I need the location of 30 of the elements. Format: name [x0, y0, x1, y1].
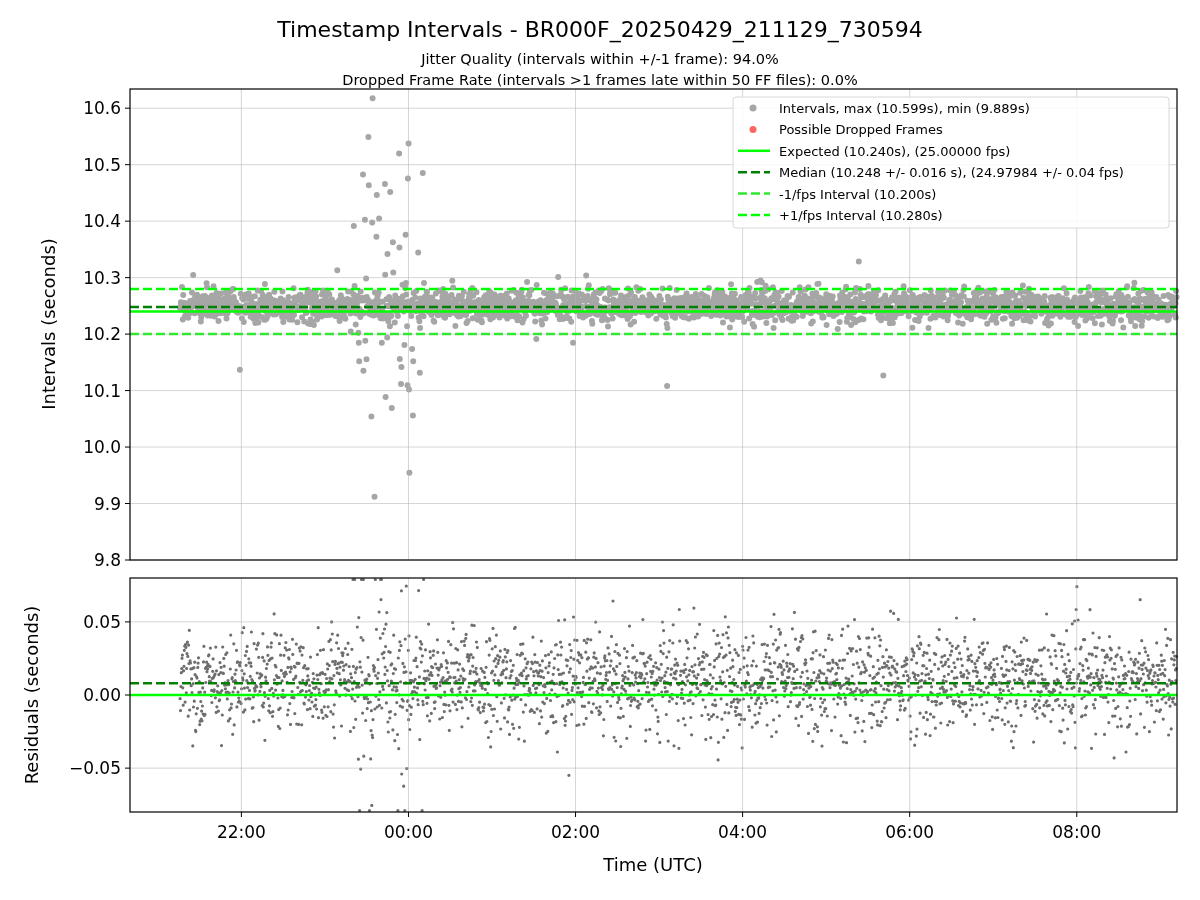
x-tick-label: 00:00	[383, 822, 433, 842]
legend-label: Median (10.248 +/- 0.016 s), (24.97984 +/- 0.04 fps)	[779, 165, 1124, 181]
axis-label: Residuals (seconds)	[21, 605, 42, 785]
y-tick-label: 10.0	[83, 437, 121, 458]
x-tick-label: 06:00	[885, 822, 935, 842]
x-tick-label: 22:00	[216, 822, 266, 842]
figure-title: Timestamp Intervals - BR000F_20250429_211129_730594	[277, 17, 923, 42]
y-tick-label: 0.05	[83, 611, 121, 632]
y-tick-label: 10.5	[83, 154, 121, 175]
y-tick-label: 10.6	[83, 98, 121, 119]
x-tick-label: 04:00	[718, 822, 768, 842]
y-tick-label: 0.00	[83, 685, 121, 705]
y-tick-label: −0.05	[68, 758, 121, 779]
x-tick-label: 08:00	[1052, 822, 1102, 842]
y-tick-label: 9.8	[93, 550, 121, 570]
y-tick-label: 10.4	[83, 211, 121, 232]
legend-label: Expected (10.240s), (25.00000 fps)	[779, 143, 1011, 159]
y-tick-label: 10.2	[83, 324, 121, 345]
legend-label: -1/fps Interval (10.200s)	[779, 186, 937, 202]
chart-subtitle: Jitter Quality (intervals within +/-1 frame): 94.0%	[421, 51, 779, 67]
axis-label: Intervals (seconds)	[38, 238, 59, 410]
y-tick-label: 10.3	[83, 267, 121, 288]
x-tick-label: 02:00	[551, 822, 601, 842]
chart-subtitle: Dropped Frame Rate (intervals >1 frames late within 50 FF files): 0.0%	[342, 72, 858, 88]
legend-label: Possible Dropped Frames	[779, 122, 943, 138]
axis-label: Time (UTC)	[603, 854, 703, 875]
legend-label: Intervals, max (10.599s), min (9.889s)	[779, 101, 1030, 116]
y-tick-label: 10.1	[83, 380, 121, 401]
legend-label: +1/fps Interval (10.280s)	[779, 208, 943, 223]
y-tick-label: 9.9	[93, 493, 121, 514]
